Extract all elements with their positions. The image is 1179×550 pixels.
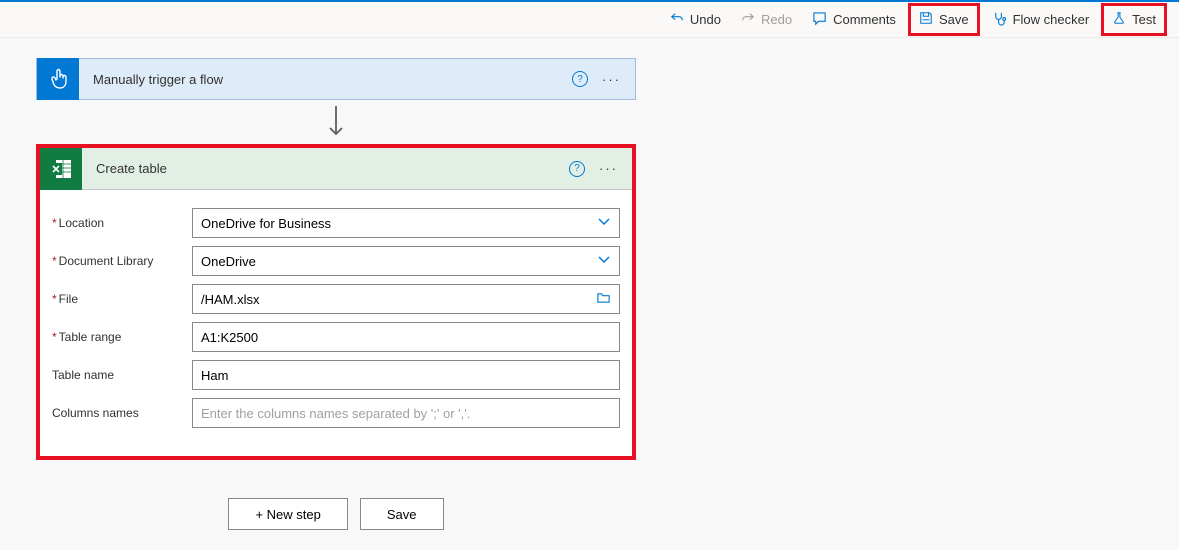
action-menu-icon[interactable]: ··· xyxy=(599,161,618,176)
undo-icon xyxy=(670,11,684,28)
help-icon[interactable]: ? xyxy=(572,71,588,87)
toolbar: Undo Redo Comments Save Flow checker xyxy=(0,2,1179,38)
redo-label: Redo xyxy=(761,12,792,27)
stethoscope-icon xyxy=(992,11,1007,29)
tablename-label: Table name xyxy=(52,368,192,382)
file-label: *File xyxy=(52,292,192,306)
folder-picker-icon[interactable] xyxy=(596,290,611,308)
library-field[interactable] xyxy=(201,254,597,269)
columns-label: Columns names xyxy=(52,406,192,420)
chevron-down-icon[interactable] xyxy=(597,215,611,232)
flow-canvas: Manually trigger a flow ? ··· xyxy=(0,38,1179,550)
location-label: *Location xyxy=(52,216,192,230)
library-label: *Document Library xyxy=(52,254,192,268)
comment-icon xyxy=(812,11,827,29)
range-input[interactable] xyxy=(192,322,620,352)
trigger-card[interactable]: Manually trigger a flow ? ··· xyxy=(36,58,636,100)
save-button-top[interactable]: Save xyxy=(911,6,977,33)
redo-icon xyxy=(741,11,755,28)
comments-button[interactable]: Comments xyxy=(804,6,904,34)
flow-checker-label: Flow checker xyxy=(1013,12,1090,27)
save-highlight: Save xyxy=(908,3,980,36)
location-field[interactable] xyxy=(201,216,597,231)
trigger-menu-icon[interactable]: ··· xyxy=(602,72,621,87)
library-input[interactable] xyxy=(192,246,620,276)
test-button[interactable]: Test xyxy=(1104,6,1164,33)
connector-arrow xyxy=(36,100,636,144)
tablename-input[interactable] xyxy=(192,360,620,390)
range-label: *Table range xyxy=(52,330,192,344)
action-card-highlight: Create table ? ··· *Location xyxy=(36,144,636,460)
file-field[interactable] xyxy=(201,292,596,307)
test-label: Test xyxy=(1132,12,1156,27)
save-button[interactable]: Save xyxy=(360,498,444,530)
save-icon xyxy=(919,11,933,28)
redo-button[interactable]: Redo xyxy=(733,6,800,33)
file-input[interactable] xyxy=(192,284,620,314)
help-icon[interactable]: ? xyxy=(569,161,585,177)
manual-trigger-icon xyxy=(37,58,79,100)
flask-icon xyxy=(1112,11,1126,28)
action-title: Create table xyxy=(82,161,569,176)
undo-label: Undo xyxy=(690,12,721,27)
comments-label: Comments xyxy=(833,12,896,27)
undo-button[interactable]: Undo xyxy=(662,6,729,33)
action-body: *Location *Document Library xyxy=(40,190,632,456)
columns-input[interactable] xyxy=(192,398,620,428)
test-highlight: Test xyxy=(1101,3,1167,36)
bottom-buttons: + New step Save xyxy=(36,498,636,530)
range-field[interactable] xyxy=(201,330,611,345)
location-input[interactable] xyxy=(192,208,620,238)
excel-icon xyxy=(40,148,82,190)
chevron-down-icon[interactable] xyxy=(597,253,611,270)
columns-field[interactable] xyxy=(201,406,611,421)
new-step-button[interactable]: + New step xyxy=(228,498,347,530)
action-header[interactable]: Create table ? ··· xyxy=(40,148,632,190)
trigger-title: Manually trigger a flow xyxy=(79,72,572,87)
save-label-top: Save xyxy=(939,12,969,27)
tablename-field[interactable] xyxy=(201,368,611,383)
flow-checker-button[interactable]: Flow checker xyxy=(984,6,1098,34)
